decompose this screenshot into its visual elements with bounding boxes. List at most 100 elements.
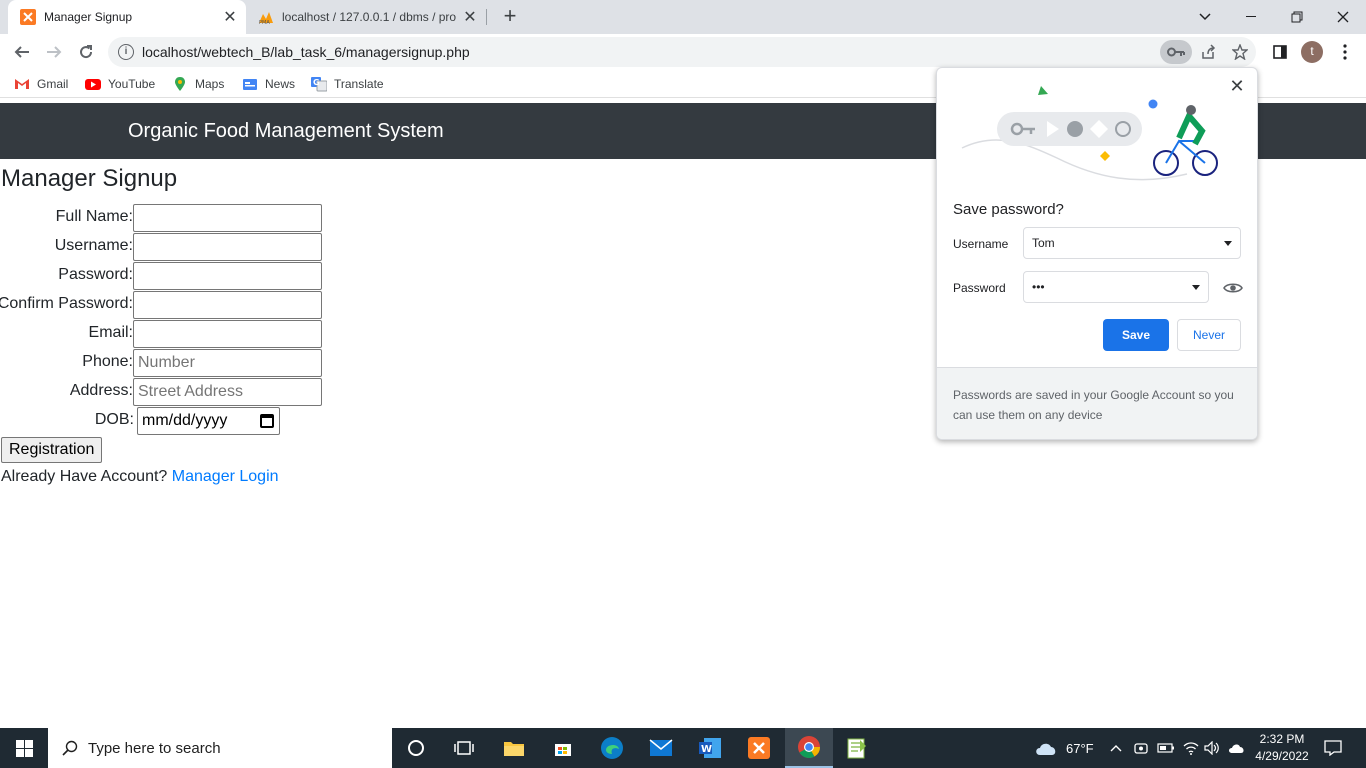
password-key-icon[interactable] — [1160, 40, 1192, 64]
share-icon[interactable] — [1196, 40, 1220, 64]
email-input[interactable] — [133, 320, 322, 348]
cloud-icon — [1036, 743, 1056, 755]
chrome-menu-icon[interactable] — [1331, 38, 1359, 66]
bookmark-gmail[interactable]: Gmail — [14, 75, 68, 93]
meet-now-icon[interactable] — [1134, 728, 1148, 768]
back-button[interactable] — [8, 38, 36, 66]
onedrive-icon[interactable] — [1228, 728, 1246, 768]
registration-button[interactable]: Registration — [1, 437, 103, 463]
svg-text:PMA: PMA — [259, 20, 270, 25]
wifi-icon[interactable] — [1183, 728, 1199, 768]
form-row-phone: Phone: Number — [0, 349, 330, 377]
form-row-password: Password: — [0, 262, 330, 290]
notifications-icon[interactable] — [1324, 728, 1342, 768]
clock-time: 2:32 PM — [1259, 732, 1305, 746]
phone-input[interactable]: Number — [133, 349, 322, 377]
fullname-input[interactable] — [133, 204, 322, 232]
popup-username-field[interactable]: Tom — [1023, 227, 1241, 259]
form-row-confirm-password: Confirm Password: — [0, 291, 330, 319]
xampp-icon[interactable] — [735, 728, 783, 768]
volume-icon[interactable] — [1204, 728, 1220, 768]
xampp-favicon-icon — [20, 9, 36, 25]
minimize-button[interactable] — [1228, 0, 1274, 34]
password-illustration — [961, 86, 1218, 181]
word-icon[interactable]: W — [686, 728, 734, 768]
bookmark-youtube[interactable]: YouTube — [85, 75, 155, 93]
tab-search-icon[interactable] — [1182, 0, 1228, 34]
email-label: Email: — [88, 324, 133, 341]
clock-date: 4/29/2022 — [1255, 749, 1309, 763]
dropdown-caret-icon — [1192, 285, 1200, 290]
edge-icon[interactable] — [588, 728, 636, 768]
profile-avatar[interactable]: t — [1301, 41, 1323, 63]
notepad-plus-plus-icon[interactable] — [833, 728, 881, 768]
file-explorer-icon[interactable] — [490, 728, 538, 768]
dob-date-input[interactable]: mm/dd/yyyy — [137, 407, 280, 435]
form-row-dob: DOB: mm/dd/yyyy — [0, 407, 330, 435]
tab-manager-signup[interactable]: Manager Signup ✕ — [8, 0, 246, 34]
maps-pin-icon — [175, 77, 185, 91]
never-save-button[interactable]: Never — [1177, 319, 1241, 351]
forward-button[interactable] — [40, 38, 68, 66]
phpmyadmin-favicon-icon: PMA — [259, 12, 273, 25]
save-password-button[interactable]: Save — [1103, 319, 1169, 351]
close-tab-icon[interactable]: ✕ — [220, 7, 240, 27]
dob-label: DOB: — [94, 411, 134, 428]
navbar-brand[interactable]: Organic Food Management System — [128, 120, 444, 143]
new-tab-button[interactable]: + — [498, 5, 522, 29]
address-input[interactable]: Street Address — [133, 378, 322, 406]
tab-strip: Manager Signup ✕ PMA localhost / 127.0.0… — [0, 0, 1366, 34]
chrome-taskbar-icon[interactable] — [785, 728, 833, 768]
restore-button[interactable] — [1274, 0, 1320, 34]
popup-password-field[interactable]: ••• — [1023, 271, 1209, 303]
side-panel-icon[interactable] — [1266, 38, 1294, 66]
translate-icon: G — [311, 77, 327, 92]
show-hidden-icons-chevron-icon[interactable] — [1110, 728, 1122, 768]
youtube-icon — [85, 79, 101, 90]
taskbar-clock[interactable]: 2:32 PM 4/29/2022 — [1252, 731, 1312, 765]
weather-widget[interactable]: 67°F — [1034, 728, 1094, 768]
bookmark-translate[interactable]: G Translate — [311, 75, 384, 93]
popup-password-label: Password — [953, 281, 1006, 295]
calendar-icon[interactable] — [260, 414, 274, 428]
username-label: Username: — [54, 237, 133, 254]
password-input[interactable] — [133, 262, 322, 290]
popup-username-label: Username — [953, 237, 1009, 251]
news-icon — [243, 79, 257, 90]
show-password-eye-icon[interactable] — [1223, 281, 1243, 295]
reload-button[interactable] — [72, 38, 100, 66]
svg-text:W: W — [701, 744, 712, 755]
dob-value: mm/dd/yyyy — [142, 412, 228, 429]
address-label: Address: — [69, 382, 133, 399]
save-password-heading: Save password? — [953, 201, 1064, 218]
tab-separator — [486, 9, 487, 25]
form-row-fullname: Full Name: — [0, 204, 330, 232]
phone-label: Phone: — [82, 353, 133, 370]
bookmark-maps[interactable]: Maps — [172, 75, 224, 93]
url-text[interactable]: localhost/webtech_B/lab_task_6/managersi… — [142, 44, 470, 60]
tab-phpmyadmin[interactable]: PMA localhost / 127.0.0.1 / dbms / pro ✕ — [248, 0, 486, 34]
task-view-icon[interactable] — [440, 728, 488, 768]
confirm-password-input[interactable] — [133, 291, 322, 319]
address-bar[interactable]: i localhost/webtech_B/lab_task_6/manager… — [108, 37, 1256, 67]
close-tab-icon[interactable]: ✕ — [460, 7, 480, 27]
windows-logo-icon — [15, 739, 33, 757]
search-icon — [62, 740, 78, 756]
cortana-icon[interactable] — [392, 728, 440, 768]
mail-icon[interactable] — [637, 728, 685, 768]
manager-login-link[interactable]: Manager Login — [172, 468, 279, 485]
svg-text:G: G — [313, 78, 320, 87]
start-button[interactable] — [0, 728, 48, 768]
taskbar-search-box[interactable]: Type here to search — [48, 728, 392, 768]
battery-icon[interactable] — [1157, 728, 1175, 768]
site-info-icon[interactable]: i — [118, 44, 134, 60]
close-icon[interactable]: ✕ — [1225, 74, 1249, 98]
bookmark-news[interactable]: News — [242, 75, 295, 93]
bookmark-star-icon[interactable] — [1228, 40, 1252, 64]
close-window-button[interactable] — [1320, 0, 1366, 34]
taskbar-search-placeholder: Type here to search — [88, 739, 221, 757]
save-password-dialog: ✕ Save password? Username Tom Password •… — [936, 67, 1258, 440]
username-input[interactable] — [133, 233, 322, 261]
login-prompt: Already Have Account? Manager Login — [1, 468, 279, 486]
microsoft-store-icon[interactable] — [539, 728, 587, 768]
